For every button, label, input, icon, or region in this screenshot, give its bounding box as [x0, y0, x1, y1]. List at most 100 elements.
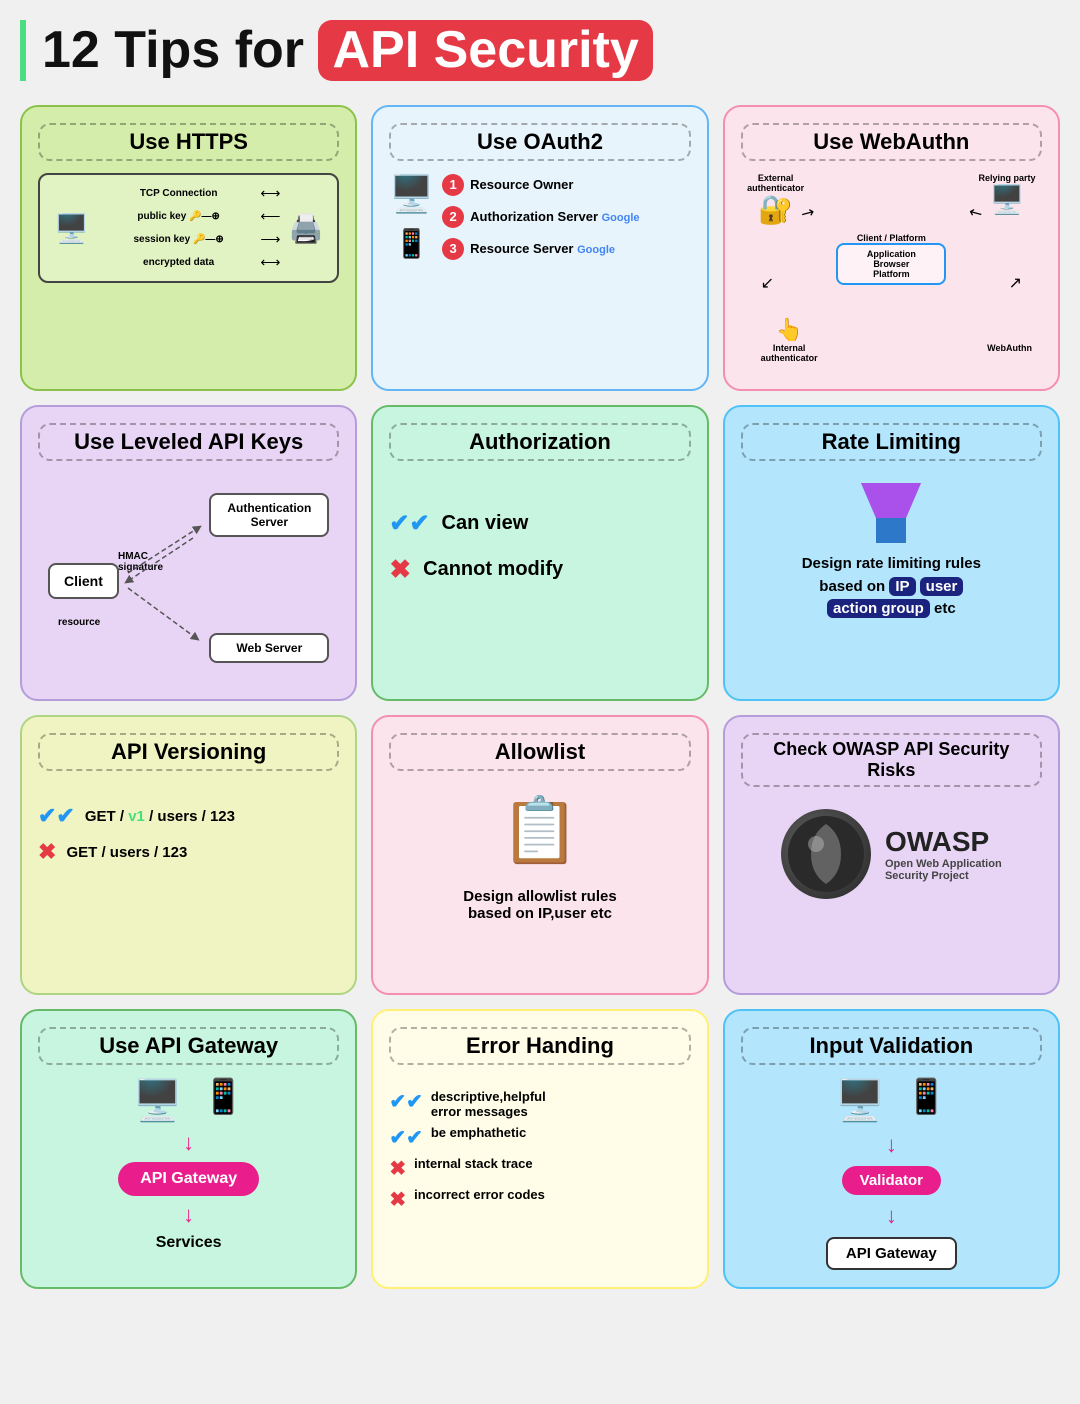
- gw-arrow-down-2: ↓: [183, 1202, 194, 1228]
- input-diagram: 🖥️ 📱 ↓ Validator ↓ API Gateway: [741, 1077, 1042, 1270]
- error-cross-1: ✖: [389, 1156, 406, 1181]
- gw-phone-icon: 📱: [202, 1077, 244, 1124]
- error-check-1: ✔✔: [389, 1089, 423, 1114]
- webauthn-diagram: External authenticator 🔐 Relying party 🖥…: [741, 173, 1042, 373]
- error-label-1: descriptive,helpfulerror messages: [431, 1089, 546, 1119]
- card-allowlist-title: Allowlist: [389, 733, 690, 771]
- pubkey-label: public key 🔑—⊕: [97, 211, 261, 222]
- error-cross-2: ✖: [389, 1187, 406, 1212]
- error-item-3: ✖ internal stack trace: [389, 1156, 690, 1181]
- cannot-modify-label: Cannot modify: [423, 558, 563, 581]
- tcp-label: TCP Connection: [97, 188, 261, 199]
- oauth-num-2: 2: [442, 206, 464, 228]
- input-monitor-icon: 🖥️: [835, 1077, 885, 1124]
- card-ratelimit: Rate Limiting Design rate limiting rules…: [723, 405, 1060, 701]
- card-error-title: Error Handing: [389, 1027, 690, 1065]
- oauth-item-2: 2 Authorization Server Google: [442, 206, 691, 228]
- ver-good-label: GET / v1 / users / 123: [85, 808, 235, 825]
- card-gateway: Use API Gateway 🖥️ 📱 ↓ API Gateway ↓ Ser…: [20, 1009, 357, 1289]
- input-arrow-1: ↓: [886, 1132, 897, 1158]
- ver-bad: ✖ GET / users / 123: [38, 839, 339, 865]
- card-apikeys-title: Use Leveled API Keys: [38, 423, 339, 461]
- ver-bad-label: GET / users / 123: [66, 844, 187, 861]
- allowlist-desc: Design allowlist rulesbased on IP,user e…: [463, 888, 616, 922]
- owasp-logo-area: OWASP Open Web ApplicationSecurity Proje…: [781, 809, 1002, 899]
- int-auth-label: 👆 Internalauthenticator: [761, 317, 818, 363]
- versioning-items: ✔✔ GET / v1 / users / 123 ✖ GET / users …: [38, 793, 339, 875]
- card-apikeys: Use Leveled API Keys Authentication Serv…: [20, 405, 357, 701]
- card-error: Error Handing ✔✔ descriptive,helpfulerro…: [371, 1009, 708, 1289]
- pubkey-row: public key 🔑—⊕ ⟵: [97, 208, 281, 225]
- ver-good: ✔✔ GET / v1 / users / 123: [38, 803, 339, 829]
- gw-arrow-down: ↓: [183, 1130, 194, 1156]
- sesskey-row: session key 🔑—⊕ ⟶: [97, 231, 281, 248]
- oauth-num-1: 1: [442, 174, 464, 196]
- auth-items: ✔✔ Can view ✖ Cannot modify: [389, 493, 690, 601]
- webauthn-label: WebAuthn: [987, 343, 1032, 353]
- card-https: Use HTTPS 🖥️ TCP Connection ⟷ public key…: [20, 105, 357, 391]
- input-phone-icon: 📱: [905, 1077, 947, 1124]
- owasp-text: OWASP Open Web ApplicationSecurity Proje…: [885, 826, 1002, 882]
- card-oauth-title: Use OAuth2: [389, 123, 690, 161]
- google-text-2: Google: [602, 212, 640, 224]
- card-owasp: Check OWASP API Security Risks OWASP Ope…: [723, 715, 1060, 995]
- can-view-label: Can view: [442, 512, 529, 535]
- card-authorization: Authorization ✔✔ Can view ✖ Cannot modif…: [371, 405, 708, 701]
- auth-can-view: ✔✔ Can view: [389, 509, 690, 538]
- apikeys-diagram: Authentication Server Client HMACsignatu…: [38, 473, 339, 683]
- card-ratelimit-title: Rate Limiting: [741, 423, 1042, 461]
- arrow-3: ↙: [761, 273, 774, 293]
- input-apigw-box: API Gateway: [826, 1237, 957, 1270]
- encdata-label: encrypted data: [97, 257, 261, 268]
- oauth-num-3: 3: [442, 238, 464, 260]
- page-title: 12 Tips for API Security: [20, 20, 1060, 81]
- error-item-4: ✖ incorrect error codes: [389, 1187, 690, 1212]
- card-owasp-title: Check OWASP API Security Risks: [741, 733, 1042, 787]
- card-input-title: Input Validation: [741, 1027, 1042, 1065]
- ip-highlight: IP: [889, 577, 915, 596]
- rate-desc: Design rate limiting rulesbased on IP us…: [802, 553, 981, 621]
- oauth-item-1: 1 Resource Owner: [442, 174, 691, 196]
- client-icon: 🖥️: [54, 212, 89, 245]
- input-arrow-2: ↓: [886, 1203, 897, 1229]
- https-diagram: 🖥️ TCP Connection ⟷ public key 🔑—⊕ ⟵ ses…: [38, 173, 339, 283]
- gw-services-label: Services: [156, 1234, 222, 1252]
- oauth-item-3: 3 Resource Server Google: [442, 238, 691, 260]
- sesskey-label: session key 🔑—⊕: [97, 234, 261, 245]
- app-browser-box: ApplicationBrowserPlatform: [836, 243, 946, 285]
- card-gateway-title: Use API Gateway: [38, 1027, 339, 1065]
- card-auth-title: Authorization: [389, 423, 690, 461]
- input-top-row: 🖥️ 📱: [835, 1077, 947, 1124]
- oauth-label-3: Resource Server Google: [470, 241, 615, 256]
- tips-grid: Use HTTPS 🖥️ TCP Connection ⟷ public key…: [20, 105, 1060, 1289]
- owasp-brand: OWASP: [885, 826, 1002, 858]
- card-input: Input Validation 🖥️ 📱 ↓ Validator ↓ API …: [723, 1009, 1060, 1289]
- oauth-diagram: 🖥️ 📱 1 Resource Owner 2 Authorization Se…: [389, 173, 690, 260]
- card-https-title: Use HTTPS: [38, 123, 339, 161]
- card-allowlist: Allowlist 📋 Design allowlist rulesbased …: [371, 715, 708, 995]
- gw-top-row: 🖥️ 📱: [133, 1077, 245, 1124]
- cross-icon: ✖: [389, 554, 411, 585]
- relying-party-label: Relying party 🖥️: [972, 173, 1042, 216]
- gateway-diagram: 🖥️ 📱 ↓ API Gateway ↓ Services: [38, 1077, 339, 1252]
- owasp-subtitle: Open Web ApplicationSecurity Project: [885, 858, 1002, 882]
- card-versioning-title: API Versioning: [38, 733, 339, 771]
- encdata-row: encrypted data ⟷: [97, 254, 281, 271]
- oauth-icons: 🖥️ 📱: [389, 173, 434, 260]
- oauth-monitor-icon: 🖥️: [389, 173, 434, 215]
- validator-box: Validator: [842, 1166, 941, 1195]
- check-double-icon: ✔✔: [389, 509, 429, 538]
- google-text-3: Google: [577, 244, 615, 256]
- card-oauth: Use OAuth2 🖥️ 📱 1 Resource Owner 2 Autho…: [371, 105, 708, 391]
- gw-monitor-icon: 🖥️: [133, 1077, 183, 1124]
- title-highlight: API Security: [318, 20, 652, 81]
- card-versioning: API Versioning ✔✔ GET / v1 / users / 123…: [20, 715, 357, 995]
- card-webauthn-title: Use WebAuthn: [741, 123, 1042, 161]
- clipboard-icon: 📋: [500, 793, 580, 868]
- funnel-icon: [851, 473, 931, 553]
- error-label-3: internal stack trace: [414, 1156, 533, 1171]
- oauth-phone-icon: 📱: [394, 227, 429, 260]
- server-icon: 🖨️: [288, 212, 323, 245]
- ver-cross-icon: ✖: [38, 839, 56, 865]
- error-item-1: ✔✔ descriptive,helpfulerror messages: [389, 1089, 690, 1119]
